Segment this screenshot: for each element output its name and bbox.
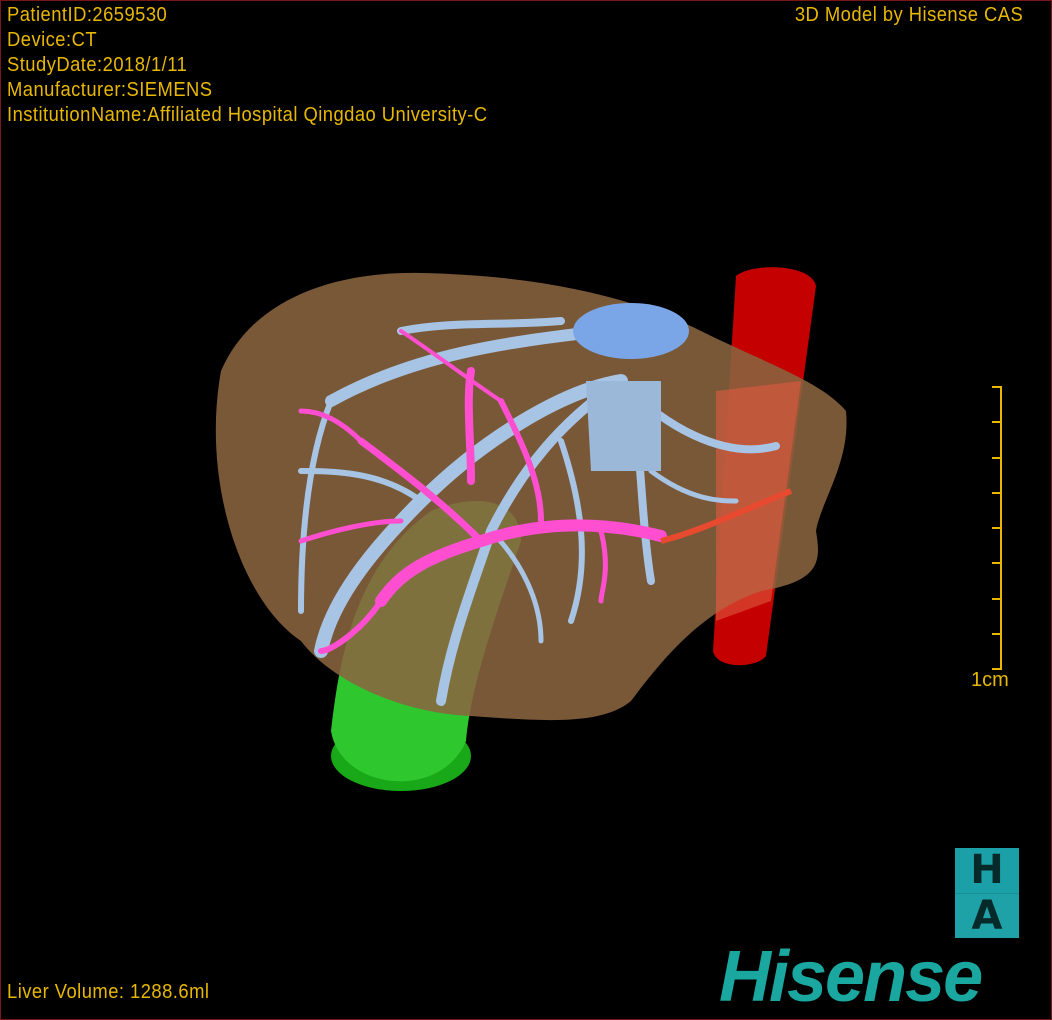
scale-tick (992, 597, 1000, 600)
scale-tick (992, 386, 1000, 388)
institution-name: InstitutionName:Affiliated Hospital Qing… (7, 104, 488, 126)
study-date: StudyDate:2018/1/11 (7, 54, 188, 76)
scale-bar (986, 386, 1002, 670)
device: Device:CT (7, 29, 98, 51)
scale-tick (992, 491, 1000, 494)
scale-tick (992, 562, 1000, 565)
scale-bar-label: 1cm (971, 669, 1009, 691)
hepatic-vein-top (573, 303, 689, 359)
ha-logo-badge: H A (955, 848, 1019, 939)
scale-tick (992, 527, 1000, 529)
scale-tick (992, 632, 1000, 635)
hisense-logo: Hisense (719, 937, 983, 1017)
scale-tick (992, 421, 1000, 424)
scale-tick (992, 456, 1000, 459)
patient-id: PatientID:2659530 (7, 4, 168, 26)
3d-viewport[interactable]: PatientID:2659530 Device:CT StudyDate:20… (0, 0, 1052, 1020)
hepatic-vein-trunk (586, 381, 661, 471)
ha-badge-bottom: A (971, 893, 1003, 939)
patient-info: PatientID:2659530 Device:CT StudyDate:20… (7, 3, 488, 128)
brand-caption: 3D Model by Hisense CAS (794, 4, 1023, 26)
ha-badge-top: H (955, 848, 1019, 894)
liver-3d-model[interactable] (1, 1, 1051, 1019)
manufacturer: Manufacturer:SIEMENS (7, 79, 213, 101)
liver-volume: Liver Volume: 1288.6ml (7, 981, 210, 1003)
